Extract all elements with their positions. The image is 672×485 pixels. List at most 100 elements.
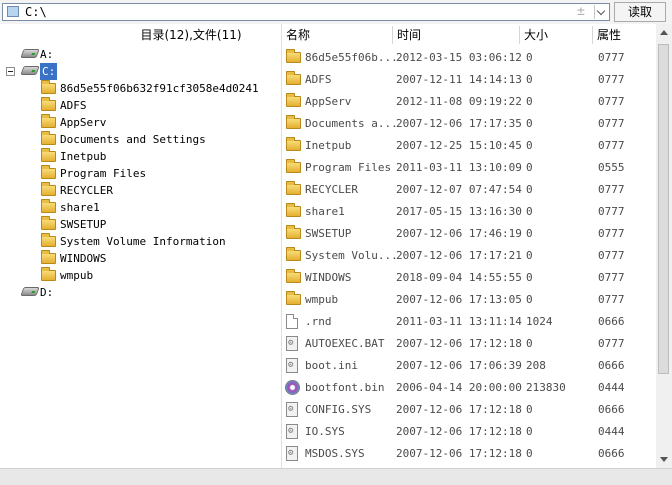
- file-row[interactable]: Documents a... 2007-12-06 17:17:35 0 0777: [282, 113, 656, 135]
- tree-item-folder[interactable]: AppServ: [0, 114, 282, 131]
- path-input[interactable]: C:\ ±: [2, 3, 610, 21]
- tree-item-drive[interactable]: D:: [0, 284, 282, 301]
- file-time: 2007-12-06 17:46:19: [396, 227, 522, 240]
- tree-item-folder[interactable]: Inetpub: [0, 148, 282, 165]
- tree-item-label: SWSETUP: [60, 218, 107, 231]
- folder-icon: [41, 267, 56, 281]
- file-icon: [286, 314, 298, 329]
- file-row[interactable]: Program Files 2011-03-11 13:10:09 0 0555: [282, 157, 656, 179]
- tree-item-label: 86d5e55f06b632f91cf3058e4d0241: [60, 82, 259, 95]
- file-attr: 0666: [598, 359, 625, 372]
- tree-item-label: C:: [40, 63, 58, 80]
- file-row[interactable]: ADFS 2007-12-11 14:14:13 0 0777: [282, 69, 656, 91]
- tree-item-label: RECYCLER: [60, 184, 113, 197]
- file-attr: 0777: [598, 51, 625, 64]
- file-name: CONFIG.SYS: [305, 403, 372, 416]
- tree-item-drive[interactable]: C:: [0, 63, 282, 80]
- tree-item-folder[interactable]: WINDOWS: [0, 250, 282, 267]
- scroll-up-icon[interactable]: [660, 30, 668, 35]
- file-time: 2007-12-06 17:17:35: [396, 117, 522, 130]
- file-row[interactable]: .rnd 2011-03-11 13:11:14 1024 0666: [282, 311, 656, 333]
- file-row[interactable]: wmpub 2007-12-06 17:13:05 0 0777: [282, 289, 656, 311]
- folder-icon: [286, 159, 301, 173]
- file-time: 2007-12-06 17:12:18: [396, 337, 522, 350]
- file-time: 2012-11-08 09:19:22: [396, 95, 522, 108]
- file-name: ADFS: [305, 73, 332, 86]
- file-size: 0: [526, 183, 533, 196]
- file-row[interactable]: System Volu... 2007-12-06 17:17:21 0 0777: [282, 245, 656, 267]
- file-row[interactable]: AUTOEXEC.BAT 2007-12-06 17:12:18 0 0777: [282, 333, 656, 355]
- file-name: Inetpub: [305, 139, 352, 152]
- file-row[interactable]: WINDOWS 2018-09-04 14:55:55 0 0777: [282, 267, 656, 289]
- file-time: 2007-12-06 17:17:21: [396, 249, 522, 262]
- file-size: 213830: [526, 381, 566, 394]
- address-toolbar: C:\ ± 读取: [0, 0, 672, 24]
- file-name: System Volu...: [305, 249, 398, 262]
- file-attr: 0666: [598, 315, 625, 328]
- file-row[interactable]: 86d5e55f06b... 2012-03-15 03:06:12 0 0777: [282, 47, 656, 69]
- scroll-down-icon[interactable]: [660, 457, 668, 462]
- tree-item-label: Inetpub: [60, 150, 107, 163]
- file-name: .rnd: [305, 315, 332, 328]
- file-row[interactable]: Inetpub 2007-12-25 15:10:45 0 0777: [282, 135, 656, 157]
- tree-item-folder[interactable]: System Volume Information: [0, 233, 282, 250]
- tree-item-folder[interactable]: RECYCLER: [0, 182, 282, 199]
- tree-item-folder[interactable]: SWSETUP: [0, 216, 282, 233]
- chevron-down-icon[interactable]: [594, 5, 608, 19]
- column-header-size[interactable]: 大小: [520, 24, 592, 46]
- computer-icon: [7, 6, 19, 17]
- folder-icon: [286, 137, 301, 151]
- folder-icon: [286, 93, 301, 107]
- folder-icon: [41, 250, 56, 264]
- file-row[interactable]: share1 2017-05-15 13:16:30 0 0777: [282, 201, 656, 223]
- file-time: 2007-12-06 17:12:18: [396, 447, 522, 460]
- file-row[interactable]: MSDOS.SYS 2007-12-06 17:12:18 0 0666: [282, 443, 656, 462]
- file-row[interactable]: CONFIG.SYS 2007-12-06 17:12:18 0 0666: [282, 399, 656, 421]
- file-row[interactable]: RECYCLER 2007-12-07 07:47:54 0 0777: [282, 179, 656, 201]
- tree-item-label: D:: [40, 286, 54, 299]
- tree-item-drive[interactable]: A:: [0, 46, 282, 63]
- read-button[interactable]: 读取: [614, 2, 666, 22]
- file-row[interactable]: IO.SYS 2007-12-06 17:12:18 0 0444: [282, 421, 656, 443]
- file-name: AUTOEXEC.BAT: [305, 337, 385, 350]
- tree-item-folder[interactable]: Program Files: [0, 165, 282, 182]
- folder-icon: [41, 148, 56, 162]
- tree-item-folder[interactable]: ADFS: [0, 97, 282, 114]
- file-list: 86d5e55f06b... 2012-03-15 03:06:12 0 0777 AD…: [282, 47, 656, 462]
- drive-icon: [20, 49, 40, 58]
- file-row[interactable]: SWSETUP 2007-12-06 17:46:19 0 0777: [282, 223, 656, 245]
- file-attr: 0777: [598, 337, 625, 350]
- system-file-icon: [286, 446, 298, 461]
- file-size: 1024: [526, 315, 553, 328]
- file-row[interactable]: bootfont.bin 2006-04-14 20:00:00 213830 044…: [282, 377, 656, 399]
- column-header-name[interactable]: 名称: [282, 24, 392, 46]
- drive-icon: [20, 66, 40, 75]
- folder-icon: [41, 165, 56, 179]
- file-name: MSDOS.SYS: [305, 447, 365, 460]
- tree-item-label: WINDOWS: [60, 252, 107, 265]
- tree-item-folder[interactable]: wmpub: [0, 267, 282, 284]
- scroll-thumb[interactable]: [658, 44, 669, 374]
- tree-item-folder[interactable]: 86d5e55f06b632f91cf3058e4d0241: [0, 80, 282, 97]
- file-name: boot.ini: [305, 359, 358, 372]
- plus-minus-icon[interactable]: ±: [577, 4, 585, 19]
- tree-item-folder[interactable]: Documents and Settings: [0, 131, 282, 148]
- file-name: share1: [305, 205, 345, 218]
- file-time: 2007-12-25 15:10:45: [396, 139, 522, 152]
- folder-icon: [286, 115, 301, 129]
- file-attr: 0777: [598, 271, 625, 284]
- file-name: 86d5e55f06b...: [305, 51, 398, 64]
- column-header-time[interactable]: 时间: [393, 24, 519, 46]
- file-size: 0: [526, 447, 533, 460]
- file-row[interactable]: AppServ 2012-11-08 09:19:22 0 0777: [282, 91, 656, 113]
- vertical-scrollbar[interactable]: [656, 24, 672, 468]
- file-row[interactable]: boot.ini 2007-12-06 17:06:39 208 0666: [282, 355, 656, 377]
- system-file-icon: [286, 402, 298, 417]
- horizontal-scrollbar[interactable]: [0, 468, 672, 485]
- file-name: RECYCLER: [305, 183, 358, 196]
- column-header-attr[interactable]: 属性: [593, 24, 653, 46]
- tree-item-folder[interactable]: share1: [0, 199, 282, 216]
- file-size: 0: [526, 249, 533, 262]
- collapse-icon[interactable]: [6, 67, 15, 76]
- disc-file-icon: [285, 380, 300, 395]
